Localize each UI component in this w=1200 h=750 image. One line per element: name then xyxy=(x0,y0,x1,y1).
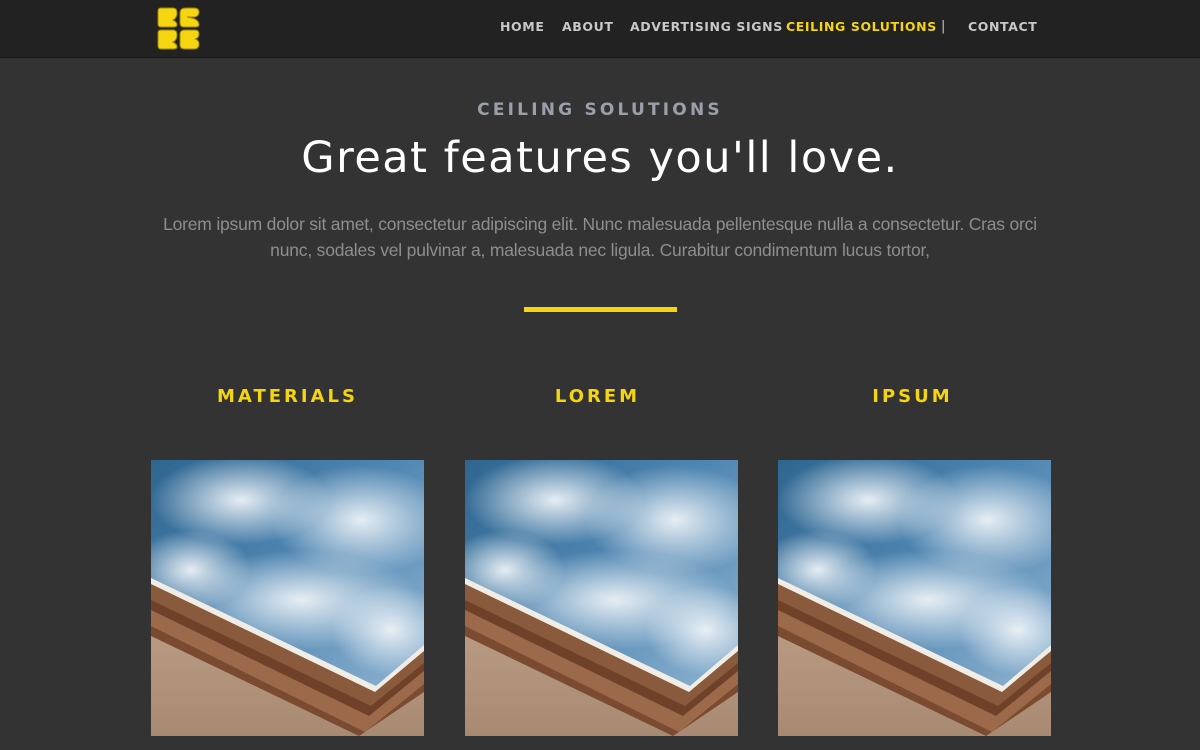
nav-home-link[interactable]: HOME xyxy=(500,19,544,35)
nav-contact-link[interactable]: CONTACT xyxy=(968,19,1037,35)
nav-advertising-signs-link[interactable]: ADVERTISING SIGNS xyxy=(630,19,783,35)
section-eyebrow: CEILING SOLUTIONS xyxy=(477,100,723,120)
nav-ceiling-solutions-link[interactable]: CEILING SOLUTIONS xyxy=(786,19,937,35)
page-headline: Great features you'll love. xyxy=(301,133,899,183)
feature-image-lorem[interactable] xyxy=(465,460,738,736)
feature-title-materials: MATERIALS xyxy=(217,386,358,407)
intro-paragraph: Lorem ipsum dolor sit amet, consectetur … xyxy=(163,214,1037,260)
accent-divider xyxy=(524,307,677,312)
feature-image-materials[interactable] xyxy=(151,460,424,736)
main-menu: HOME ABOUT ADVERTISING SIGNS CEILING SOL… xyxy=(0,19,1200,39)
nav-about-link[interactable]: ABOUT xyxy=(562,19,614,35)
nav-separator: | xyxy=(941,19,946,34)
feature-title-ipsum: IPSUM xyxy=(872,386,953,407)
feature-title-lorem: LOREM xyxy=(554,386,641,407)
feature-image-ipsum[interactable] xyxy=(778,460,1051,736)
top-navigation-bar: HOME ABOUT ADVERTISING SIGNS CEILING SOL… xyxy=(0,0,1200,58)
